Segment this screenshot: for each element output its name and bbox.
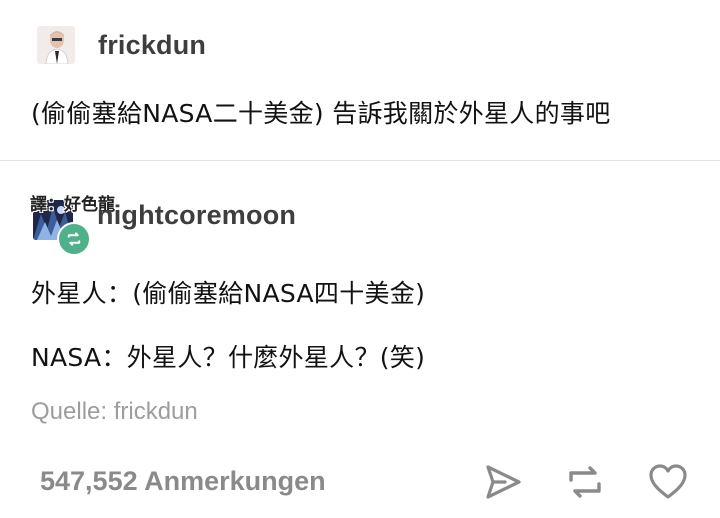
like-button[interactable]: [646, 460, 690, 504]
user-avatar-icon: [37, 26, 75, 64]
notes-count[interactable]: 547,552 Anmerkungen: [40, 466, 326, 497]
share-button[interactable]: [481, 460, 525, 504]
original-username[interactable]: frickdun: [98, 30, 206, 61]
reblog-icon: [67, 232, 81, 246]
like-icon: [649, 464, 687, 499]
reblog-line-1: 外星人：(偷偷塞給NASA四十美金): [31, 279, 426, 308]
reblog-button[interactable]: [563, 460, 607, 504]
original-post-text: (偷偷塞給NASA二十美金) 告訴我關於外星人的事吧: [31, 99, 611, 128]
source-link[interactable]: Quelle: frickdun: [31, 398, 198, 426]
reblog-username[interactable]: nightcoremoon: [97, 200, 296, 231]
post-divider: [0, 160, 720, 161]
reblog-line-2: NASA：外星人？什麼外星人？(笑): [31, 343, 426, 372]
reblog-badge: [57, 222, 91, 256]
user-avatar[interactable]: [37, 26, 75, 64]
share-icon: [486, 465, 521, 499]
reblog-icon: [569, 466, 601, 498]
